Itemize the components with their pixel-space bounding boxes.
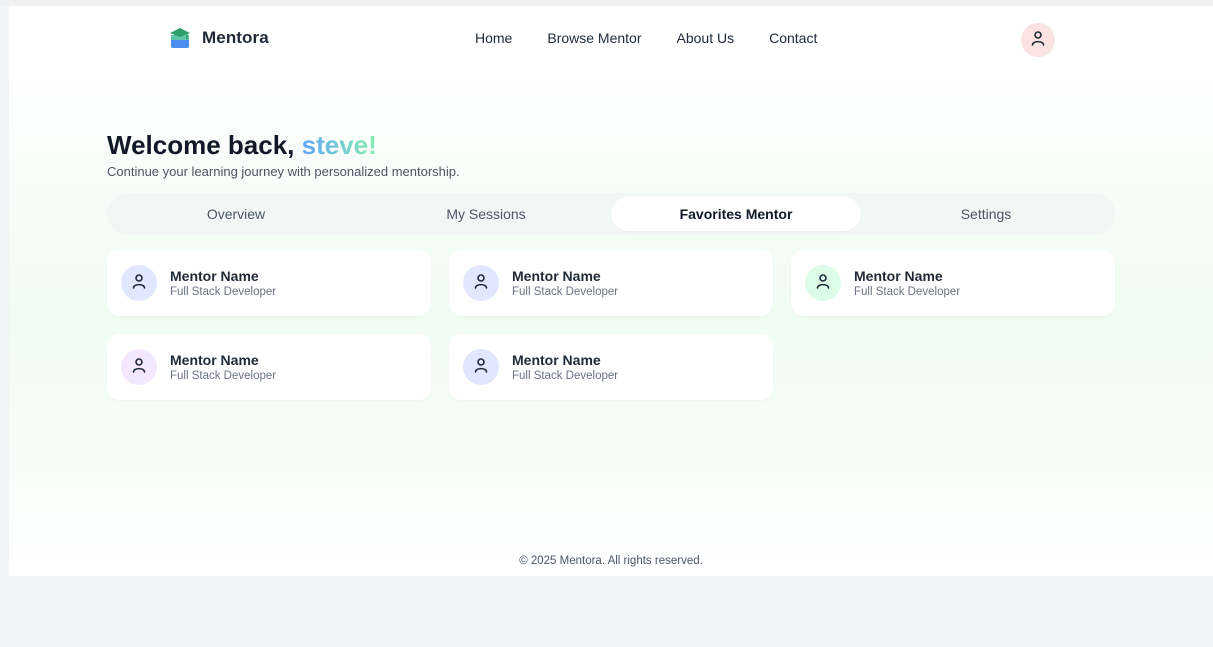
nav-home[interactable]: Home — [475, 30, 512, 46]
mentor-card[interactable]: Mentor Name Full Stack Developer — [107, 250, 431, 316]
tab-overview[interactable]: Overview — [111, 197, 361, 231]
dashboard-tabs: Overview My Sessions Favorites Mentor Se… — [107, 193, 1115, 235]
mentor-name: Mentor Name — [512, 351, 601, 368]
brand[interactable]: Mentora — [168, 26, 269, 50]
mentor-role: Full Stack Developer — [170, 369, 277, 382]
tab-favorites-mentor[interactable]: Favorites Mentor — [611, 197, 861, 231]
nav-browse-mentor[interactable]: Browse Mentor — [547, 30, 641, 46]
mentor-card[interactable]: Mentor Name Full Stack Developer — [791, 250, 1115, 316]
welcome-user-name: steve! — [301, 130, 377, 160]
profile-button[interactable] — [1021, 23, 1055, 57]
user-icon — [815, 273, 831, 294]
mentor-info: Mentor Name Full Stack Developer — [854, 267, 960, 300]
welcome-subtitle: Continue your learning journey with pers… — [107, 164, 460, 179]
mentor-card[interactable]: Mentor Name Full Stack Developer — [107, 334, 431, 400]
main-nav: Home Browse Mentor About Us Contact — [475, 30, 817, 46]
mentor-info: Mentor Name Full Stack Developer — [512, 267, 618, 300]
tab-settings[interactable]: Settings — [861, 197, 1111, 231]
app-page: Mentora Home Browse Mentor About Us Cont… — [9, 6, 1213, 576]
user-icon — [131, 357, 147, 378]
mentor-name: Mentor Name — [854, 267, 943, 284]
mentor-avatar — [463, 265, 499, 301]
mentor-name: Mentor Name — [170, 267, 259, 284]
user-icon — [131, 273, 147, 294]
footer-copyright: © 2025 Mentora. All rights reserved. — [519, 555, 703, 567]
mentor-name: Mentor Name — [170, 351, 259, 368]
welcome-heading: Welcome back, steve! — [107, 130, 377, 161]
favorite-mentors-grid: Mentor Name Full Stack Developer Mentor … — [107, 250, 1115, 400]
nav-about-us[interactable]: About Us — [677, 30, 735, 46]
mentor-info: Mentor Name Full Stack Developer — [170, 267, 276, 300]
mentor-avatar — [463, 349, 499, 385]
nav-contact[interactable]: Contact — [769, 30, 817, 46]
mentor-info: Mentor Name Full Stack Developer — [512, 351, 618, 384]
user-icon — [1030, 30, 1046, 51]
brand-name: Mentora — [202, 28, 269, 47]
mentor-avatar — [121, 349, 157, 385]
mentor-role: Full Stack Developer — [170, 285, 277, 298]
mortarboard-book-icon — [168, 26, 192, 50]
mentor-role: Full Stack Developer — [512, 369, 619, 382]
user-icon — [473, 273, 489, 294]
mentor-name: Mentor Name — [512, 267, 601, 284]
welcome-greeting: Welcome back, — [107, 130, 302, 160]
mentor-avatar — [121, 265, 157, 301]
mentor-card[interactable]: Mentor Name Full Stack Developer — [449, 334, 773, 400]
tab-my-sessions[interactable]: My Sessions — [361, 197, 611, 231]
user-icon — [473, 357, 489, 378]
mentor-card[interactable]: Mentor Name Full Stack Developer — [449, 250, 773, 316]
mentor-role: Full Stack Developer — [512, 285, 619, 298]
mentor-role: Full Stack Developer — [854, 285, 961, 298]
mentor-info: Mentor Name Full Stack Developer — [170, 351, 276, 384]
mentor-avatar — [805, 265, 841, 301]
